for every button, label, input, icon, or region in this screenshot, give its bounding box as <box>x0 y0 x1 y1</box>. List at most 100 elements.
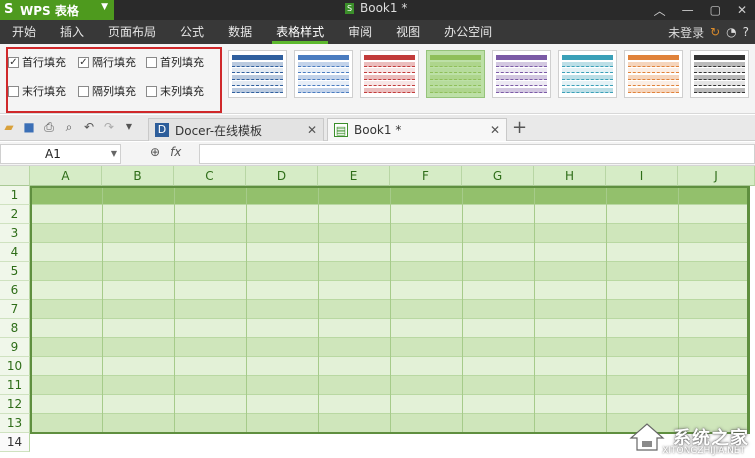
menu-item-formulas[interactable]: 公式 <box>168 20 216 44</box>
row-header-5[interactable]: 5 <box>0 262 30 281</box>
swatch-row <box>298 68 349 74</box>
swatch-row <box>298 87 349 93</box>
document-tab-bar: ▰ ■ ⎙ ⌕ ↶ ↷ ▼ D Docer-在线模板 ✕ ▤ Book1 * ✕… <box>0 115 755 141</box>
watermark: 系统之家 XITONGZHIJIA.NET <box>627 420 749 456</box>
row-header-11[interactable]: 11 <box>0 376 30 395</box>
menu-bar: 开始 插入 页面布局 公式 数据 表格样式 审阅 视图 办公空间 未登录 ↻ ◔… <box>0 20 755 44</box>
login-link[interactable]: 未登录 <box>668 24 704 41</box>
column-header-i[interactable]: I <box>606 166 678 186</box>
save-icon[interactable]: ■ <box>22 120 36 134</box>
column-header-a[interactable]: A <box>30 166 102 186</box>
skin-icon[interactable]: ◔ <box>726 25 736 39</box>
option-label: 首列填充 <box>160 56 204 69</box>
menu-item-insert[interactable]: 插入 <box>48 20 96 44</box>
table-style-swatch[interactable] <box>228 50 287 98</box>
option-first-row-fill[interactable]: ✓ 首行填充 <box>8 54 66 70</box>
app-menu-button[interactable]: S WPS 表格 ▼ <box>0 0 114 20</box>
column-header-j[interactable]: J <box>678 166 755 186</box>
swatch-row <box>694 68 745 74</box>
row-header-8[interactable]: 8 <box>0 319 30 338</box>
table-style-swatch[interactable] <box>360 50 419 98</box>
tab-label: Docer-在线模板 <box>175 123 263 138</box>
column-gridline <box>246 186 247 433</box>
checkbox-last-row[interactable] <box>8 85 19 97</box>
formula-input[interactable] <box>199 144 755 164</box>
menu-item-office-space[interactable]: 办公空间 <box>432 20 504 44</box>
checkbox-last-column[interactable] <box>146 85 157 97</box>
swatch-row <box>430 74 481 80</box>
print-preview-icon[interactable]: ⌕ <box>62 120 76 134</box>
table-style-swatch[interactable] <box>558 50 617 98</box>
checkbox-banded-columns[interactable] <box>78 85 89 97</box>
swatch-row <box>430 55 481 60</box>
print-icon[interactable]: ⎙ <box>42 120 56 134</box>
row-header-14[interactable]: 14 <box>0 433 30 452</box>
swatch-row <box>562 81 613 87</box>
column-header-c[interactable]: C <box>174 166 246 186</box>
open-folder-icon[interactable]: ▰ <box>2 120 16 134</box>
chevron-down-icon[interactable]: ▼ <box>111 145 117 163</box>
swatch-row <box>628 68 679 74</box>
minimize-icon[interactable]: — <box>682 3 694 17</box>
watermark-subtext: XITONGZHIJIA.NET <box>662 446 745 456</box>
table-style-swatch[interactable] <box>492 50 551 98</box>
column-header-f[interactable]: F <box>390 166 462 186</box>
swatch-row <box>694 61 745 67</box>
option-banded-columns[interactable]: 隔列填充 <box>78 83 136 99</box>
close-tab-icon[interactable]: ✕ <box>490 123 500 137</box>
collapse-icon[interactable]: ︿ <box>654 2 666 19</box>
row-header-12[interactable]: 12 <box>0 395 30 414</box>
option-label: 首行填充 <box>22 56 66 69</box>
customize-chevron-icon[interactable]: ▼ <box>122 120 136 134</box>
row-header-10[interactable]: 10 <box>0 357 30 376</box>
table-style-swatch[interactable] <box>426 50 485 98</box>
spreadsheet-icon: S <box>345 2 354 14</box>
zoom-icon[interactable]: ⊕ <box>150 145 160 159</box>
checkbox-first-row[interactable]: ✓ <box>8 56 19 68</box>
close-tab-icon[interactable]: ✕ <box>307 123 317 137</box>
column-header-h[interactable]: H <box>534 166 606 186</box>
column-header-b[interactable]: B <box>102 166 174 186</box>
menu-item-review[interactable]: 审阅 <box>336 20 384 44</box>
swatch-row <box>628 55 679 60</box>
maximize-icon[interactable]: ▢ <box>710 3 721 17</box>
checkbox-banded-rows[interactable]: ✓ <box>78 56 89 68</box>
fx-button[interactable]: fx <box>170 145 181 159</box>
table-style-swatch[interactable] <box>624 50 683 98</box>
swatch-row <box>694 81 745 87</box>
menu-item-home[interactable]: 开始 <box>0 20 48 44</box>
menu-item-page-layout[interactable]: 页面布局 <box>96 20 168 44</box>
option-banded-rows[interactable]: ✓ 隔行填充 <box>78 54 136 70</box>
sync-icon[interactable]: ↻ <box>710 25 720 39</box>
close-icon[interactable]: ✕ <box>737 3 747 17</box>
new-tab-icon[interactable]: + <box>512 117 527 138</box>
row-header-3[interactable]: 3 <box>0 224 30 243</box>
menu-item-view[interactable]: 视图 <box>384 20 432 44</box>
select-all-corner[interactable] <box>0 166 30 186</box>
tab-docer[interactable]: D Docer-在线模板 ✕ <box>148 118 324 141</box>
table-style-swatch[interactable] <box>294 50 353 98</box>
option-last-row-fill[interactable]: 末行填充 <box>8 83 66 99</box>
column-header-g[interactable]: G <box>462 166 534 186</box>
option-last-column-fill[interactable]: 末列填充 <box>146 83 204 99</box>
name-box[interactable]: A1 ▼ <box>0 144 121 164</box>
help-icon[interactable]: ? <box>743 25 749 39</box>
checkbox-first-column[interactable] <box>146 56 157 68</box>
row-header-2[interactable]: 2 <box>0 205 30 224</box>
column-header-d[interactable]: D <box>246 166 318 186</box>
row-header-13[interactable]: 13 <box>0 414 30 433</box>
row-header-9[interactable]: 9 <box>0 338 30 357</box>
row-header-6[interactable]: 6 <box>0 281 30 300</box>
tab-book1[interactable]: ▤ Book1 * ✕ <box>327 118 507 141</box>
row-header-7[interactable]: 7 <box>0 300 30 319</box>
menu-item-table-style[interactable]: 表格样式 <box>264 20 336 44</box>
menu-item-data[interactable]: 数据 <box>216 20 264 44</box>
option-first-column-fill[interactable]: 首列填充 <box>146 54 204 70</box>
column-header-e[interactable]: E <box>318 166 390 186</box>
redo-icon[interactable]: ↷ <box>102 120 116 134</box>
row-header-1[interactable]: 1 <box>0 186 30 205</box>
column-gridline <box>174 186 175 433</box>
row-header-4[interactable]: 4 <box>0 243 30 262</box>
table-style-swatch[interactable] <box>690 50 749 98</box>
undo-icon[interactable]: ↶ <box>82 120 96 134</box>
